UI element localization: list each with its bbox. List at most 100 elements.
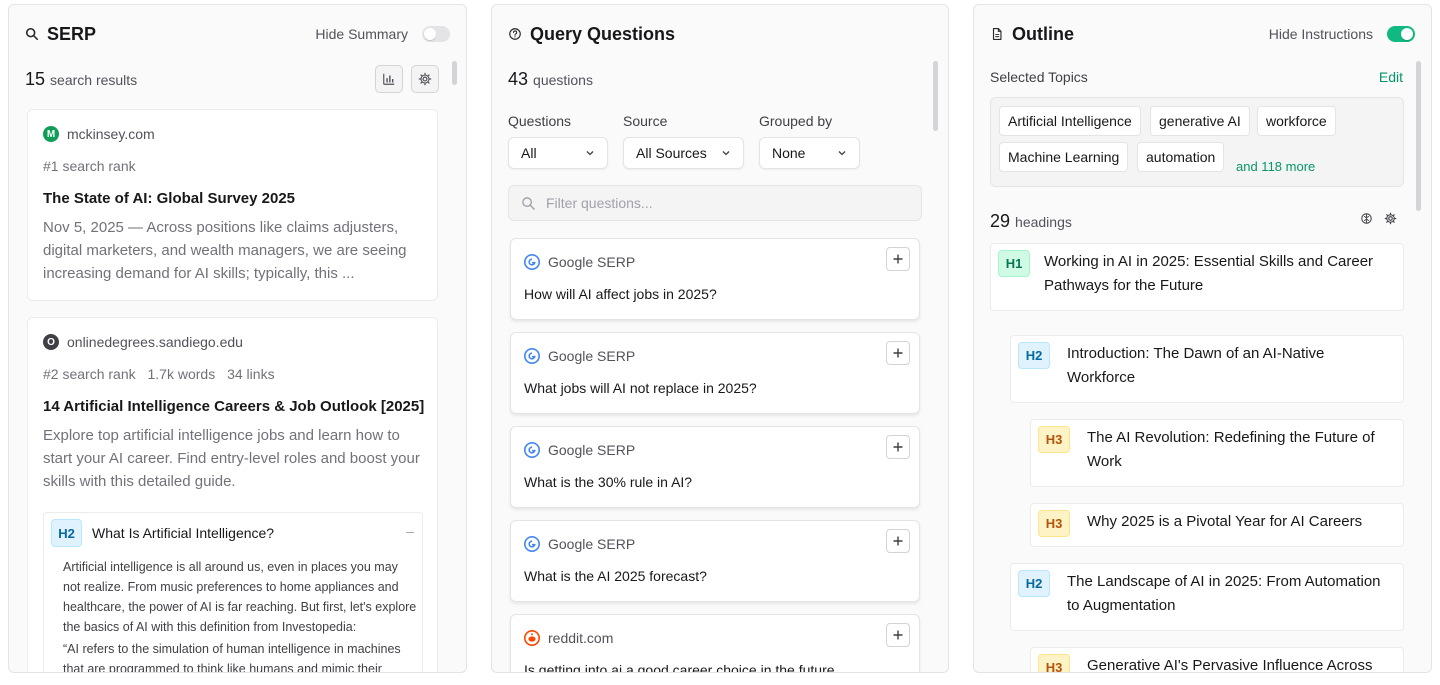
heading-quote: “AI refers to the simulation of human in…	[63, 642, 401, 673]
headings-count-label: headings	[1015, 213, 1072, 230]
serp-panel: SERP Hide Summary 15 search results M mc…	[8, 4, 467, 673]
grouped-by-select[interactable]: None	[759, 137, 860, 169]
outline-heading[interactable]: H3 Why 2025 is a Pivotal Year for AI Car…	[1030, 503, 1404, 547]
brain-button[interactable]	[1360, 212, 1373, 230]
question-text: How will AI affect jobs in 2025?	[524, 286, 717, 302]
heading-body: Artificial intelligence is all around us…	[63, 560, 417, 634]
question-card[interactable]: Google SERP How will AI affect jobs in 2…	[510, 238, 920, 320]
gear-icon	[1384, 212, 1397, 225]
serp-title: SERP	[47, 23, 97, 44]
result-heading-section: H2 What Is Artificial Intelligence? – Ar…	[43, 512, 423, 673]
questions-filter-label: Questions	[508, 113, 572, 129]
questions-scrollbar[interactable]	[933, 61, 938, 131]
topic-chip[interactable]: automation	[1137, 142, 1225, 172]
questions-count-label: questions	[533, 71, 593, 88]
serp-header: SERP Hide Summary	[9, 5, 466, 63]
question-source: Google SERP	[548, 536, 636, 552]
outline-settings-button[interactable]	[1384, 212, 1397, 230]
outline-heading[interactable]: H3 Generative AI's Pervasive Influence A…	[1030, 647, 1404, 673]
heading-text: Generative AI's Pervasive Influence Acro…	[1087, 657, 1373, 673]
grouped-by-label: Grouped by	[759, 113, 833, 129]
add-question-button[interactable]	[886, 529, 910, 553]
source-select[interactable]: All Sources	[623, 137, 744, 169]
result-domain[interactable]: mckinsey.com	[67, 126, 155, 142]
google-icon	[524, 442, 540, 458]
question-text: What jobs will AI not replace in 2025?	[524, 380, 757, 396]
heading-level-badge: H3	[1038, 426, 1070, 453]
edit-topics-link[interactable]: Edit	[1379, 69, 1403, 85]
questions-title: Query Questions	[530, 23, 676, 44]
result-domain[interactable]: onlinedegrees.sandiego.edu	[67, 334, 243, 350]
question-card[interactable]: reddit.com Is getting into ai a good car…	[510, 614, 920, 672]
serp-count: 15 search results	[25, 69, 137, 90]
result-link-count: 34 links	[227, 366, 275, 382]
gear-icon	[418, 72, 432, 86]
search-result-card[interactable]: O onlinedegrees.sandiego.edu #2 search r…	[27, 317, 438, 673]
serp-count-label: search results	[50, 71, 138, 88]
chart-button[interactable]	[375, 65, 403, 93]
result-snippet: Nov 5, 2025 — Across positions like clai…	[43, 219, 407, 282]
outline-title: Outline	[1012, 23, 1074, 44]
outline-heading[interactable]: H2 The Landscape of AI in 2025: From Aut…	[1010, 563, 1404, 631]
chevron-down-icon	[722, 151, 730, 156]
heading-level-badge: H1	[998, 250, 1030, 277]
source-select-value: All Sources	[636, 145, 707, 161]
reddit-icon	[524, 630, 540, 646]
serp-scrollbar[interactable]	[452, 61, 457, 85]
heading-level-badge: H3	[1038, 510, 1070, 537]
outline-heading[interactable]: H1 Working in AI in 2025: Essential Skil…	[990, 243, 1404, 311]
heading-level-badge: H3	[1038, 654, 1070, 672]
question-card[interactable]: Google SERP What is the AI 2025 forecast…	[510, 520, 920, 602]
question-source: Google SERP	[548, 254, 636, 270]
heading-text: The AI Revolution: Redefining the Future…	[1087, 429, 1375, 470]
google-icon	[524, 536, 540, 552]
heading-text: The Landscape of AI in 2025: From Automa…	[1067, 573, 1381, 614]
collapse-button[interactable]: –	[406, 523, 414, 539]
question-card[interactable]: Google SERP What is the 30% rule in AI?	[510, 426, 920, 508]
questions-select[interactable]: All	[508, 137, 608, 169]
add-question-button[interactable]	[886, 435, 910, 459]
question-card[interactable]: Google SERP What jobs will AI not replac…	[510, 332, 920, 414]
topic-chip[interactable]: Machine Learning	[999, 142, 1129, 172]
result-snippet: Explore top artificial intelligence jobs…	[43, 427, 420, 490]
topic-chip[interactable]: generative AI	[1150, 106, 1250, 136]
outline-heading[interactable]: H2 Introduction: The Dawn of an AI-Nativ…	[1010, 335, 1404, 403]
filter-questions-field[interactable]	[508, 185, 922, 221]
plus-icon	[893, 254, 903, 264]
hide-summary-label: Hide Summary	[315, 26, 408, 42]
add-question-button[interactable]	[886, 341, 910, 365]
question-source: reddit.com	[548, 630, 614, 646]
outline-heading[interactable]: H3 The AI Revolution: Redefining the Fut…	[1030, 419, 1404, 487]
chevron-down-icon	[586, 151, 594, 156]
more-topics-link[interactable]: and 118 more	[1236, 159, 1315, 174]
result-rank: #2 search rank	[43, 366, 136, 382]
questions-header: Query Questions	[492, 5, 948, 63]
result-word-count: 1.7k words	[147, 366, 216, 382]
filter-questions-input[interactable]	[546, 195, 906, 211]
sandiego-favicon-icon: O	[43, 334, 59, 350]
hide-summary-toggle[interactable]	[422, 26, 450, 42]
outline-header: Outline Hide Instructions	[974, 5, 1431, 63]
plus-icon	[893, 348, 903, 358]
heading-text: What Is Artificial Intelligence?	[92, 525, 275, 541]
source-filter-label: Source	[623, 113, 668, 129]
heading-text: Introduction: The Dawn of an AI-Native W…	[1067, 345, 1325, 386]
hide-instructions-toggle[interactable]	[1387, 26, 1415, 42]
headings-count-number: 29	[990, 211, 1011, 231]
topic-chip[interactable]: Artificial Intelligence	[999, 106, 1141, 136]
search-result-card[interactable]: M mckinsey.com #1 search rank The State …	[27, 109, 438, 301]
question-source: Google SERP	[548, 348, 636, 364]
result-title[interactable]: The State of AI: Global Survey 2025	[43, 190, 295, 207]
result-title[interactable]: 14 Artificial Intelligence Careers & Job…	[43, 398, 424, 415]
questions-select-value: All	[521, 145, 537, 161]
add-question-button[interactable]	[886, 247, 910, 271]
plus-icon	[893, 536, 903, 546]
settings-button[interactable]	[411, 65, 439, 93]
add-question-button[interactable]	[886, 623, 910, 647]
query-questions-panel: Query Questions 43 questions Questions S…	[491, 4, 949, 673]
bar-chart-icon	[383, 73, 395, 85]
topic-chip[interactable]: workforce	[1257, 106, 1336, 136]
chevron-down-icon	[838, 151, 846, 156]
mckinsey-favicon-icon: M	[43, 126, 59, 142]
outline-scrollbar[interactable]	[1416, 61, 1421, 211]
